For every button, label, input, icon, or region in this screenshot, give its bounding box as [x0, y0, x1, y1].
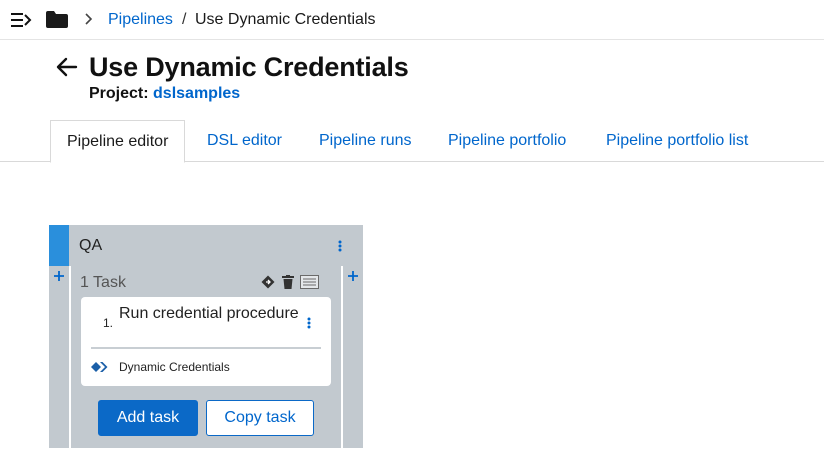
menu-collapse-icon[interactable]: [10, 11, 32, 29]
tab-pipeline-portfolio[interactable]: Pipeline portfolio: [448, 120, 566, 162]
tab-pipeline-portfolio-list[interactable]: Pipeline portfolio list: [606, 120, 748, 162]
project-label: Project:: [89, 85, 149, 102]
stage-name: QA: [79, 237, 103, 254]
page-title: Use Dynamic Credentials: [89, 52, 409, 82]
copy-task-button[interactable]: Copy task: [206, 400, 314, 436]
stage-accent-bar: [49, 225, 69, 266]
plus-icon[interactable]: [347, 270, 359, 282]
breadcrumb-current: Use Dynamic Credentials: [195, 11, 376, 28]
diamond-icon[interactable]: [261, 275, 275, 289]
kebab-icon[interactable]: [307, 317, 311, 329]
plus-icon[interactable]: [53, 270, 65, 282]
chevron-right-icon: [85, 13, 93, 25]
breadcrumb-separator: /: [182, 11, 187, 28]
task-group: 1 Task 1. Run credential procedure Dynam…: [71, 266, 341, 448]
top-bar: Pipelines / Use Dynamic Credentials: [0, 0, 824, 40]
task-plugin-name: Dynamic Credentials: [119, 360, 230, 374]
breadcrumb-pipelines-link[interactable]: Pipelines: [108, 10, 173, 30]
tab-bar: Pipeline editor DSL editor Pipeline runs…: [0, 120, 824, 163]
plugin-logo-icon: [91, 362, 108, 372]
stage-body: 1 Task 1. Run credential procedure Dynam…: [49, 266, 363, 448]
insert-column-right: [343, 266, 363, 448]
project-row: Project: dslsamples: [89, 84, 240, 104]
task-number: 1.: [103, 316, 114, 330]
task-card[interactable]: 1. Run credential procedure Dynamic Cred…: [81, 297, 331, 386]
task-name[interactable]: Run credential procedure: [119, 305, 299, 323]
list-icon[interactable]: [300, 275, 319, 289]
folder-icon[interactable]: [46, 11, 68, 28]
task-divider: [91, 347, 321, 349]
project-link[interactable]: dslsamples: [153, 85, 240, 102]
stage-card: QA 1 Task 1. Run credential procedure Dy…: [49, 225, 363, 448]
insert-column-left: [49, 266, 69, 448]
tab-pipeline-editor[interactable]: Pipeline editor: [50, 120, 186, 163]
tab-pipeline-runs[interactable]: Pipeline runs: [319, 120, 412, 162]
task-count: 1 Task: [80, 274, 126, 291]
trash-icon[interactable]: [282, 275, 294, 289]
add-task-button[interactable]: Add task: [98, 400, 198, 436]
kebab-icon[interactable]: [338, 240, 342, 252]
tab-dsl-editor[interactable]: DSL editor: [207, 120, 282, 162]
arrow-left-icon[interactable]: [55, 55, 79, 79]
